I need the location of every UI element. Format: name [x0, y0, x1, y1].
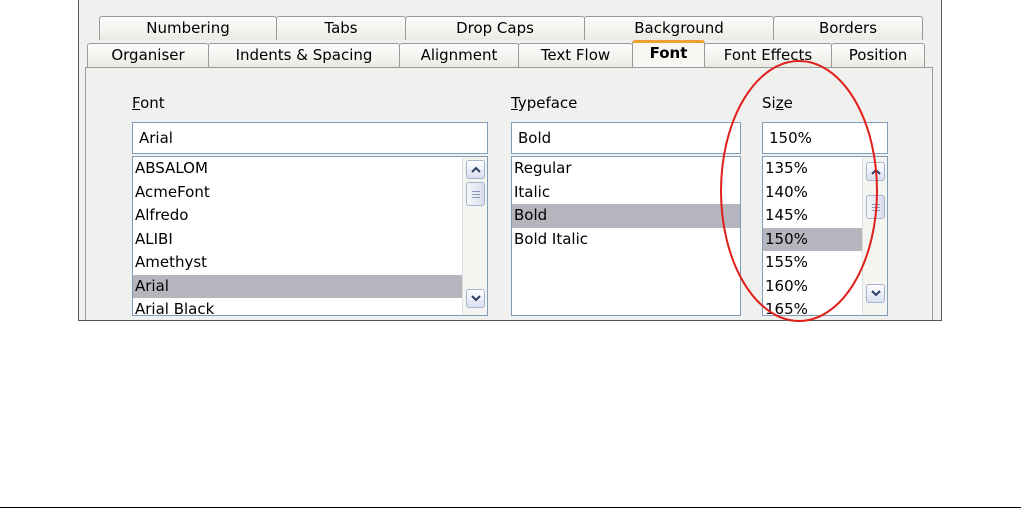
scroll-down-button[interactable]	[866, 284, 885, 303]
divider-line	[0, 507, 1021, 508]
typeface-label: Typeface	[511, 94, 578, 112]
typeface-list[interactable]: Regular Italic Bold Bold Italic	[511, 156, 741, 316]
list-item-selected[interactable]: Bold	[512, 204, 740, 228]
tab-background[interactable]: Background	[584, 16, 774, 40]
tab-indents-spacing[interactable]: Indents & Spacing	[208, 43, 400, 67]
font-name-input[interactable]: Arial	[132, 122, 488, 154]
list-item[interactable]: ABSALOM	[133, 157, 487, 181]
list-item-selected[interactable]: Arial	[133, 274, 487, 298]
scroll-down-button[interactable]	[466, 289, 485, 308]
size-input[interactable]: 150%	[762, 122, 888, 154]
character-dialog: Numbering Tabs Drop Caps Background Bord…	[78, 0, 942, 321]
typeface-input[interactable]: Bold	[511, 122, 741, 154]
chevron-up-icon	[871, 168, 881, 175]
font-label: Font	[132, 94, 165, 112]
tab-tabs[interactable]: Tabs	[276, 16, 406, 40]
chevron-down-icon	[471, 295, 481, 302]
scroll-thumb[interactable]	[866, 195, 885, 219]
tab-borders[interactable]: Borders	[773, 16, 923, 40]
list-item[interactable]: Regular	[512, 157, 740, 181]
list-item[interactable]: Bold Italic	[512, 228, 740, 252]
tab-organiser[interactable]: Organiser	[87, 43, 209, 67]
list-item[interactable]: Amethyst	[133, 251, 487, 275]
size-label: Size	[762, 94, 793, 112]
size-list[interactable]: 135% 140% 145% 150% 155% 160% 165%	[762, 156, 888, 316]
list-item[interactable]: ALIBI	[133, 228, 487, 252]
list-item[interactable]: Italic	[512, 181, 740, 205]
list-item[interactable]: Alfredo	[133, 204, 487, 228]
tab-drop-caps[interactable]: Drop Caps	[405, 16, 585, 40]
tab-numbering[interactable]: Numbering	[99, 16, 277, 40]
font-list[interactable]: ABSALOM AcmeFont Alfredo ALIBI Amethyst …	[132, 156, 488, 316]
tab-alignment[interactable]: Alignment	[399, 43, 519, 67]
tab-font[interactable]: Font	[632, 40, 705, 67]
list-item[interactable]: Arial Black	[133, 298, 487, 315]
scroll-thumb[interactable]	[466, 182, 485, 206]
font-list-scrollbar[interactable]	[462, 157, 487, 315]
size-list-scrollbar[interactable]	[862, 157, 887, 315]
tab-position[interactable]: Position	[831, 43, 925, 67]
scroll-up-button[interactable]	[466, 160, 485, 179]
chevron-down-icon	[871, 290, 881, 297]
tab-text-flow[interactable]: Text Flow	[518, 43, 633, 67]
tab-font-effects[interactable]: Font Effects	[704, 43, 832, 67]
chevron-up-icon	[471, 166, 481, 173]
scroll-up-button[interactable]	[866, 162, 885, 181]
list-item[interactable]: AcmeFont	[133, 181, 487, 205]
